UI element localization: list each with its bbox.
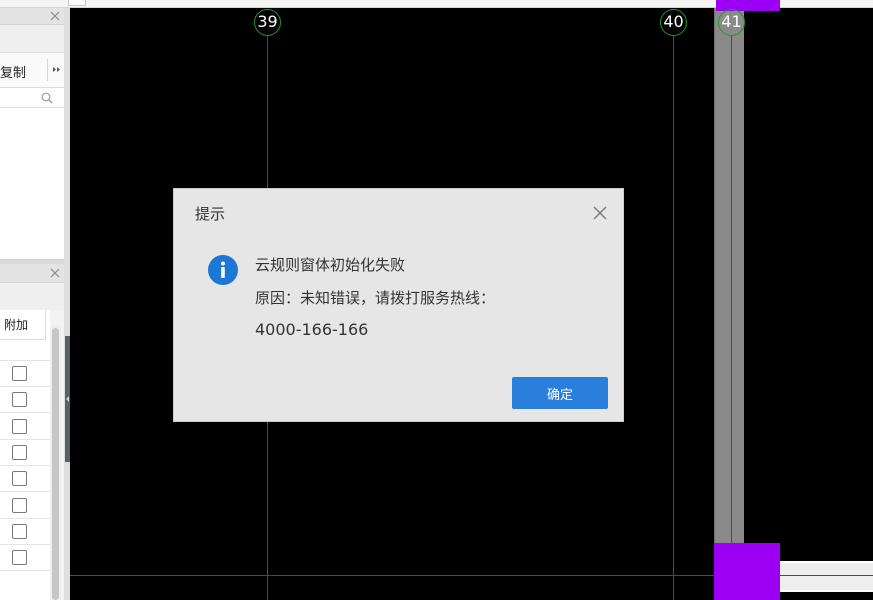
close-icon[interactable]: [50, 268, 60, 278]
table-row: [0, 519, 50, 545]
row-checkbox[interactable]: [12, 471, 27, 487]
top-panel-list[interactable]: [0, 108, 64, 260]
table-row: [0, 466, 50, 493]
grid-line-40: [673, 36, 674, 600]
top-panel-toolbar: 复制: [0, 52, 64, 88]
scrollbar-thumb[interactable]: [52, 328, 59, 600]
top-panel-header: [0, 8, 64, 25]
white-band-element: [780, 561, 873, 592]
row-checkbox[interactable]: [12, 392, 27, 408]
table-row: [0, 387, 50, 414]
grid-line-41: [731, 36, 732, 600]
double-chevron-right-icon[interactable]: [52, 65, 61, 74]
column-header-attach[interactable]: 附加: [0, 310, 46, 340]
property-table: 附加: [0, 310, 50, 600]
checkbox-list: [0, 361, 50, 600]
row-checkbox[interactable]: [12, 523, 27, 539]
row-checkbox[interactable]: [12, 418, 27, 434]
close-icon[interactable]: [593, 206, 607, 220]
toolbar-divider: [47, 59, 48, 81]
dialog-phone: 4000-166-166: [255, 320, 369, 339]
gray-column-element: [714, 8, 744, 545]
table-row: [0, 545, 50, 572]
app-window: 复制 附加 39 40 41 提示 云规则窗体初始化失败 原因：未知错误，请拨打…: [0, 0, 873, 600]
table-filter-row: [0, 340, 50, 361]
bottom-panel-tabbar: [0, 283, 64, 310]
axis-label-39: 39: [254, 9, 281, 36]
dialog-reason: 原因：未知错误，请拨打服务热线：: [255, 289, 496, 307]
search-row: [0, 88, 64, 108]
alert-dialog: 提示 云规则窗体初始化失败 原因：未知错误，请拨打服务热线： 4000-166-…: [173, 188, 624, 422]
row-checkbox[interactable]: [12, 366, 27, 381]
table-row: [0, 414, 50, 440]
table-row: [0, 361, 50, 387]
axis-label-40: 40: [660, 9, 687, 36]
info-icon: [208, 255, 238, 285]
table-row: [0, 440, 50, 466]
row-checkbox[interactable]: [12, 497, 27, 513]
search-input[interactable]: [2, 90, 38, 105]
grid-line-horizontal: [70, 575, 873, 576]
top-panel-tabbar: [0, 25, 64, 52]
table-row: [0, 493, 50, 519]
search-icon[interactable]: [41, 92, 53, 104]
collapse-left-icon: [66, 396, 69, 402]
top-tab[interactable]: [68, 0, 86, 6]
column-header-label: 附加: [4, 318, 29, 332]
dialog-title: 提示: [195, 205, 226, 223]
dialog-message: 云规则窗体初始化失败: [255, 256, 406, 274]
axis-label-41: 41: [718, 9, 745, 36]
purple-block: [714, 543, 780, 600]
ok-button[interactable]: 确定: [512, 377, 608, 409]
copy-button[interactable]: 复制: [0, 62, 26, 81]
close-icon[interactable]: [50, 11, 60, 21]
row-checkbox[interactable]: [12, 550, 27, 566]
bottom-panel-header: [0, 264, 64, 283]
row-checkbox[interactable]: [12, 444, 27, 460]
